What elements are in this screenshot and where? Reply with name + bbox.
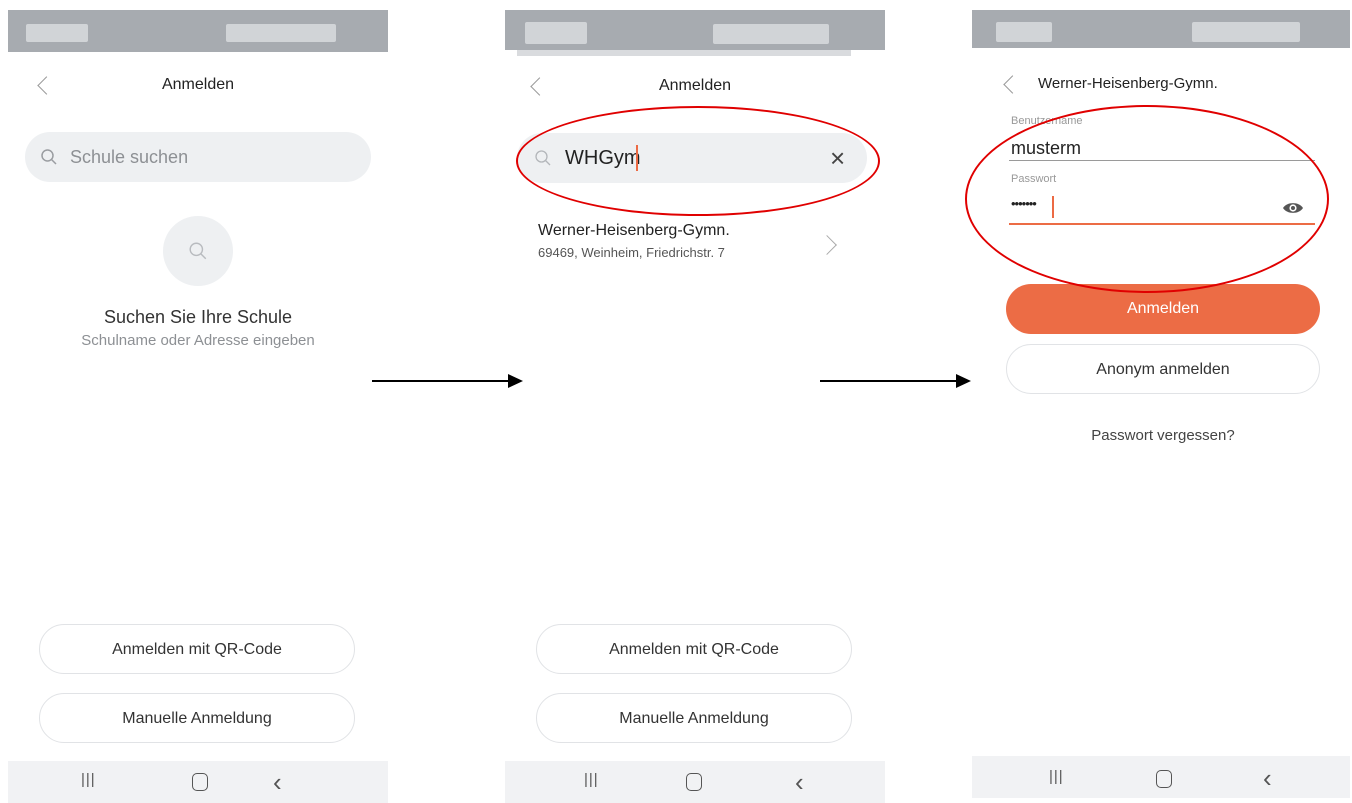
flow-arrow-head xyxy=(508,374,523,388)
system-nav-bar: ||| ‹ xyxy=(972,756,1350,798)
system-nav-bar: ||| ‹ xyxy=(8,761,388,803)
status-blur xyxy=(226,24,336,42)
empty-state-subtitle: Schulname oder Adresse eingeben xyxy=(81,332,315,349)
school-result-item[interactable]: Werner-Heisenberg-Gymn. 69469, Weinheim,… xyxy=(505,210,885,270)
status-divider xyxy=(517,50,851,56)
result-school-name: Werner-Heisenberg-Gymn. xyxy=(538,222,730,239)
qr-login-button[interactable]: Anmelden mit QR-Code xyxy=(536,624,852,674)
page-title: Anmelden xyxy=(658,77,732,94)
recents-icon[interactable]: ||| xyxy=(81,771,96,788)
status-blur xyxy=(525,22,587,44)
status-blur xyxy=(996,22,1052,42)
empty-state-circle xyxy=(163,216,233,286)
home-icon[interactable] xyxy=(192,773,208,791)
back-nav-icon[interactable]: ‹ xyxy=(1263,763,1272,794)
flow-arrow-line xyxy=(372,380,510,382)
manual-login-button[interactable]: Manuelle Anmeldung xyxy=(39,693,355,743)
search-icon xyxy=(189,242,207,260)
system-nav-bar: ||| ‹ xyxy=(505,761,885,803)
recents-icon[interactable]: ||| xyxy=(584,771,599,788)
empty-state-title: Suchen Sie Ihre Schule xyxy=(103,307,293,327)
back-chevron-icon[interactable] xyxy=(1003,75,1022,94)
search-icon xyxy=(41,149,57,165)
status-bar xyxy=(972,10,1350,48)
highlight-ellipse-credentials xyxy=(965,105,1329,293)
search-input[interactable]: Schule suchen xyxy=(25,132,371,182)
back-nav-icon[interactable]: ‹ xyxy=(273,767,282,798)
status-blur xyxy=(1192,22,1300,42)
anonymous-login-button[interactable]: Anonym anmelden xyxy=(1006,344,1320,394)
status-blur xyxy=(713,24,829,44)
status-bar xyxy=(8,10,388,52)
search-placeholder: Schule suchen xyxy=(70,147,189,167)
flow-arrow-line xyxy=(820,380,958,382)
page-title: Werner-Heisenberg-Gymn. xyxy=(1038,75,1218,92)
forgot-password-link[interactable]: Passwort vergessen? xyxy=(972,427,1352,444)
screen-search-empty: Anmelden Schule suchen Suchen Sie Ihre S… xyxy=(8,10,388,803)
back-nav-icon[interactable]: ‹ xyxy=(795,767,804,798)
page-title: Anmelden xyxy=(161,76,235,93)
manual-login-button[interactable]: Manuelle Anmeldung xyxy=(536,693,852,743)
result-school-address: 69469, Weinheim, Friedrichstr. 7 xyxy=(538,245,725,260)
qr-login-button[interactable]: Anmelden mit QR-Code xyxy=(39,624,355,674)
home-icon[interactable] xyxy=(1156,770,1172,788)
chevron-right-icon xyxy=(817,235,837,255)
flow-arrow-head xyxy=(956,374,971,388)
status-bar xyxy=(505,10,885,50)
home-icon[interactable] xyxy=(686,773,702,791)
recents-icon[interactable]: ||| xyxy=(1049,768,1064,785)
highlight-ellipse-search xyxy=(516,106,880,216)
status-blur xyxy=(26,24,88,42)
